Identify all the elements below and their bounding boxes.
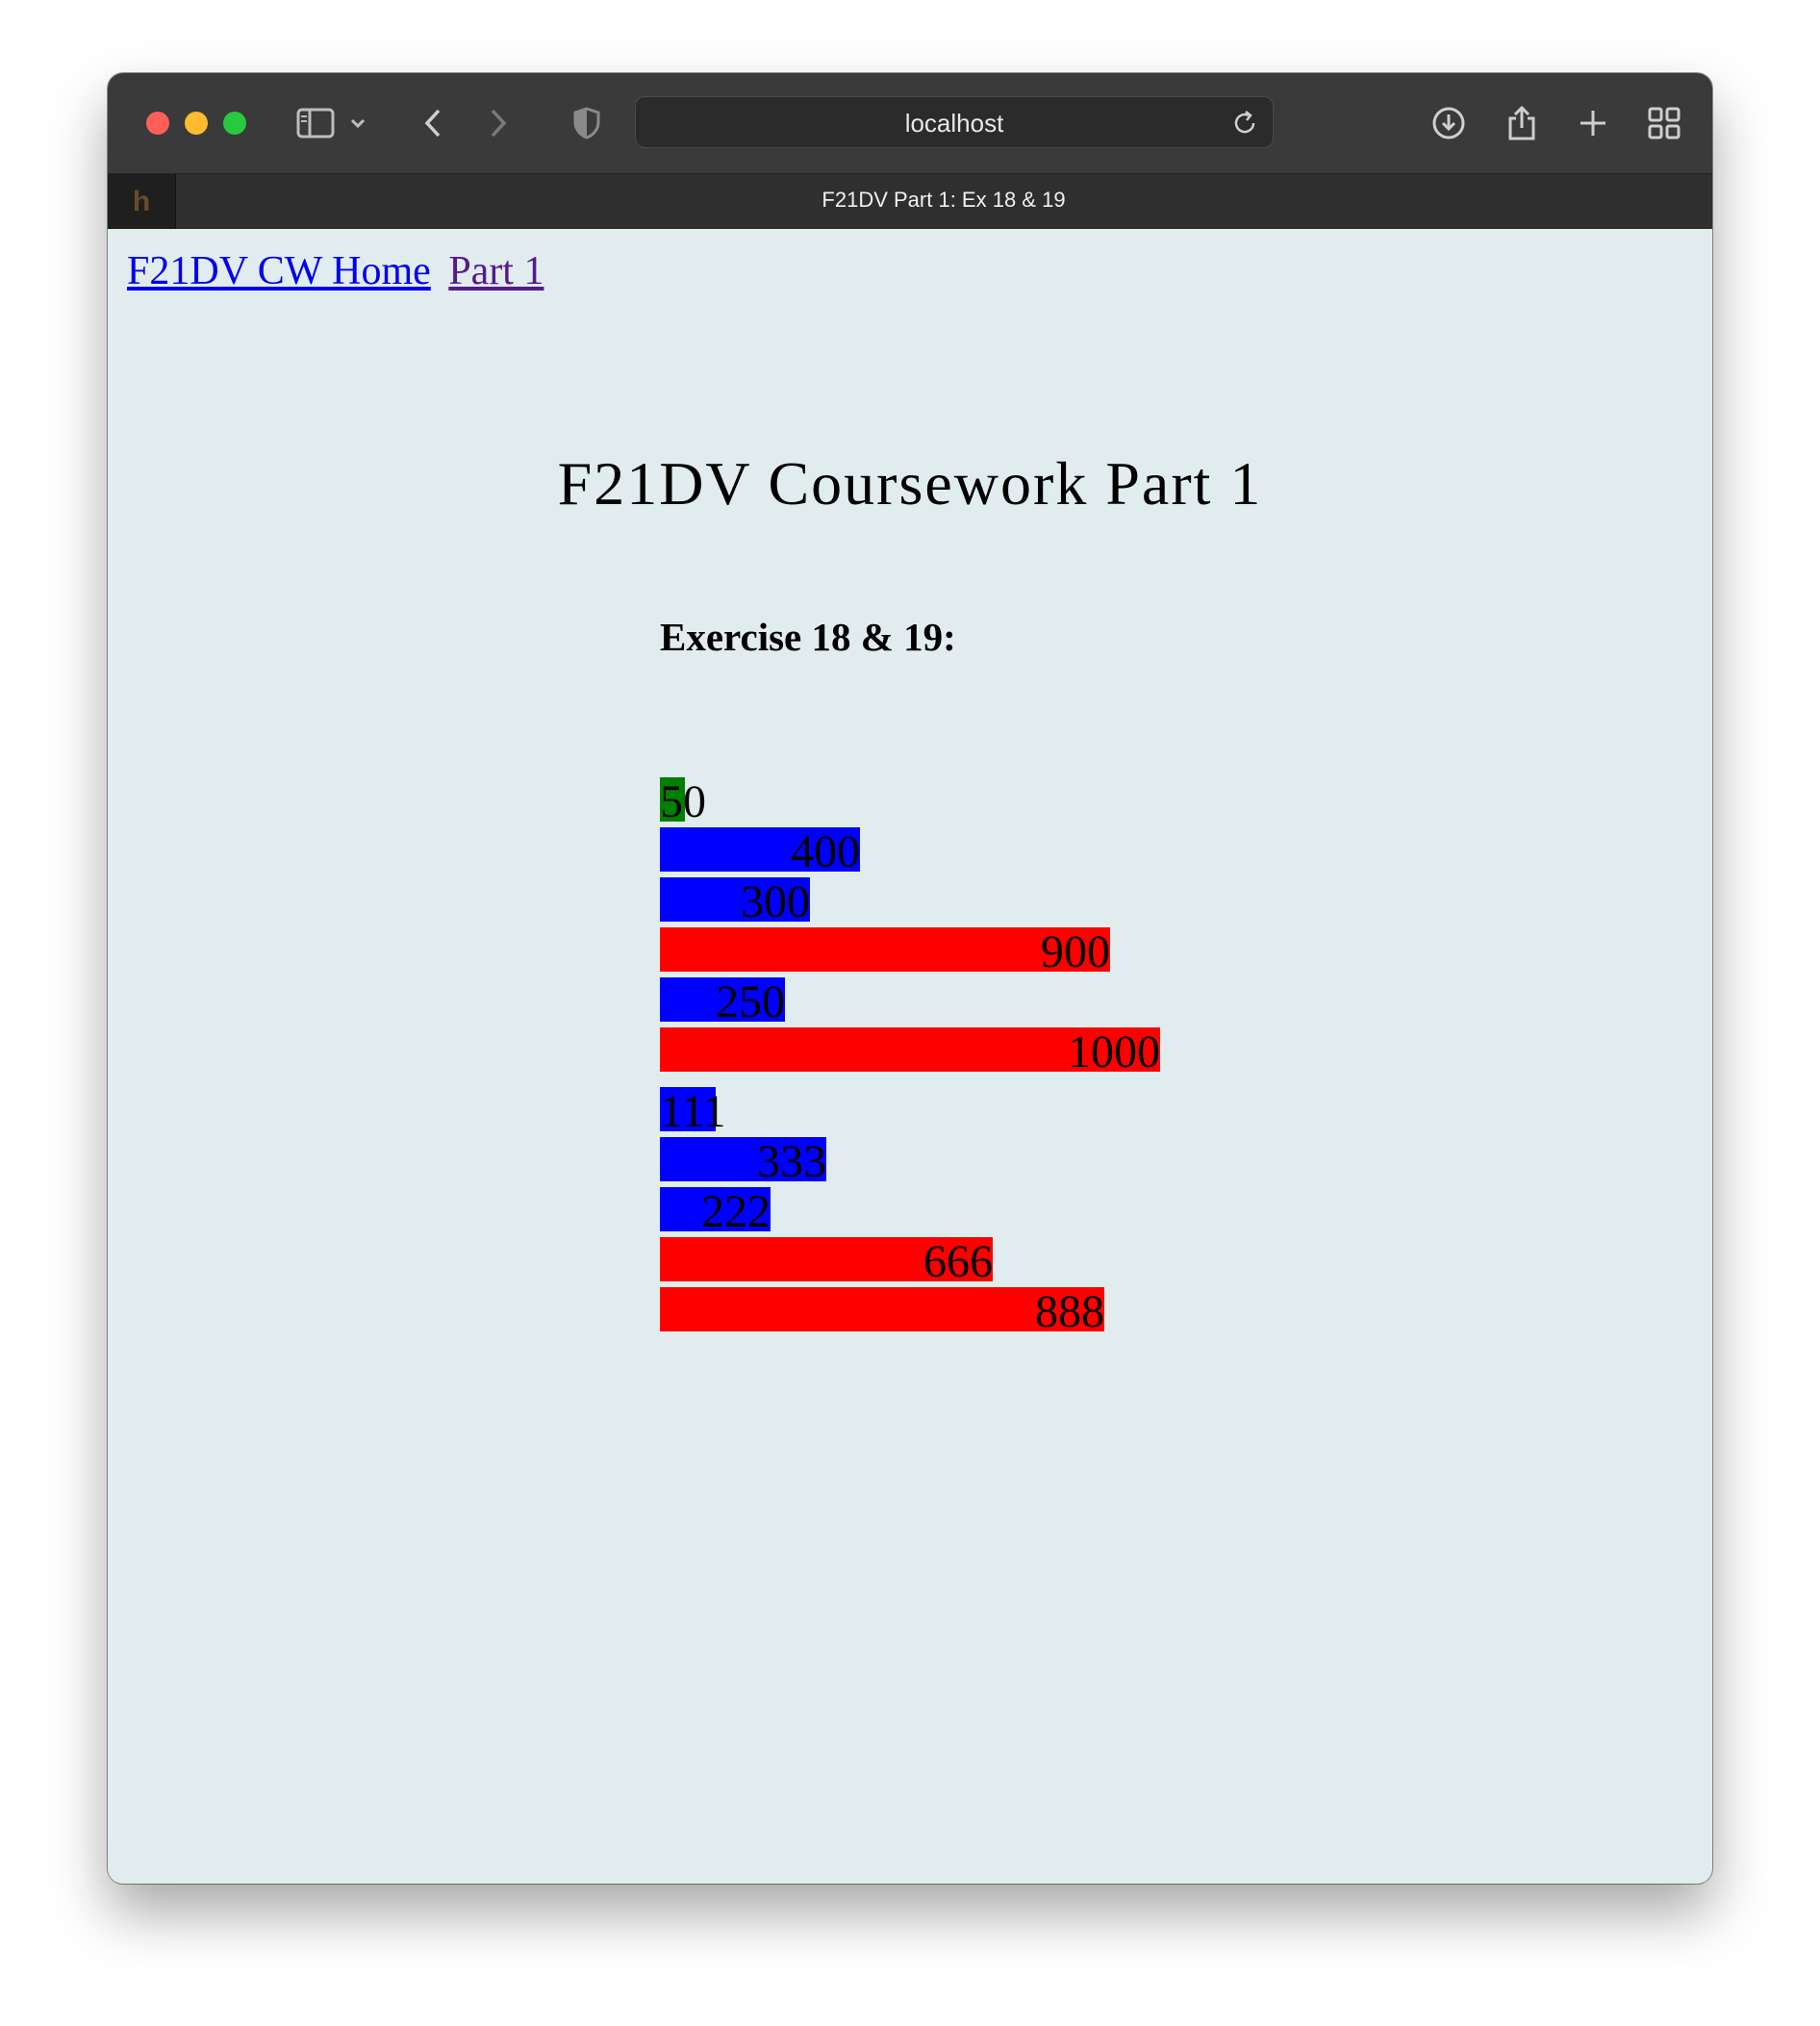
address-text: localhost: [904, 109, 1004, 138]
bar-666: 666: [660, 1237, 993, 1287]
bar-chart: 50 400 300 900 250 1000 111 333 222 666 888: [660, 229, 1526, 1884]
bar-111: 111: [660, 1086, 726, 1137]
bar-400: 400: [660, 827, 860, 877]
forward-icon[interactable]: [479, 106, 518, 140]
bar-888: 888: [660, 1287, 1104, 1337]
zoom-window-button[interactable]: [223, 112, 246, 135]
bar-250: 250: [660, 977, 785, 1027]
home-link[interactable]: F21DV CW Home: [127, 249, 431, 293]
new-tab-icon[interactable]: [1574, 106, 1612, 140]
bar-900: 900: [660, 927, 1110, 977]
reload-icon[interactable]: [1230, 109, 1259, 138]
breadcrumb: F21DV CW Home Part 1: [127, 248, 551, 294]
favicon-icon[interactable]: h: [108, 174, 176, 230]
tab-title[interactable]: F21DV Part 1: Ex 18 & 19: [175, 188, 1712, 213]
downloads-icon[interactable]: [1429, 106, 1468, 140]
chevron-down-icon[interactable]: [346, 106, 369, 140]
share-icon[interactable]: [1503, 105, 1541, 140]
minimize-window-button[interactable]: [185, 112, 208, 135]
bar-1000: 1000: [660, 1027, 1160, 1077]
bar-50: 50: [660, 776, 706, 827]
page-content: F21DV CW Home Part 1 F21DV Coursework Pa…: [108, 229, 1712, 1884]
browser-window: localhost h F21DV Part 1: Ex 18 & 19 F21…: [108, 73, 1712, 1884]
close-window-button[interactable]: [146, 112, 169, 135]
bar-300: 300: [660, 877, 810, 927]
bar-333: 333: [660, 1137, 826, 1187]
address-bar[interactable]: localhost: [635, 96, 1274, 148]
tab-overview-icon[interactable]: [1645, 106, 1683, 140]
browser-toolbar: localhost: [108, 73, 1712, 173]
privacy-shield-icon[interactable]: [568, 106, 606, 140]
part1-link[interactable]: Part 1: [448, 249, 543, 293]
tab-bar: h F21DV Part 1: Ex 18 & 19: [108, 173, 1712, 231]
sidebar-toggle-icon[interactable]: [296, 106, 335, 140]
bar-222: 222: [660, 1187, 771, 1237]
back-icon[interactable]: [414, 106, 452, 140]
